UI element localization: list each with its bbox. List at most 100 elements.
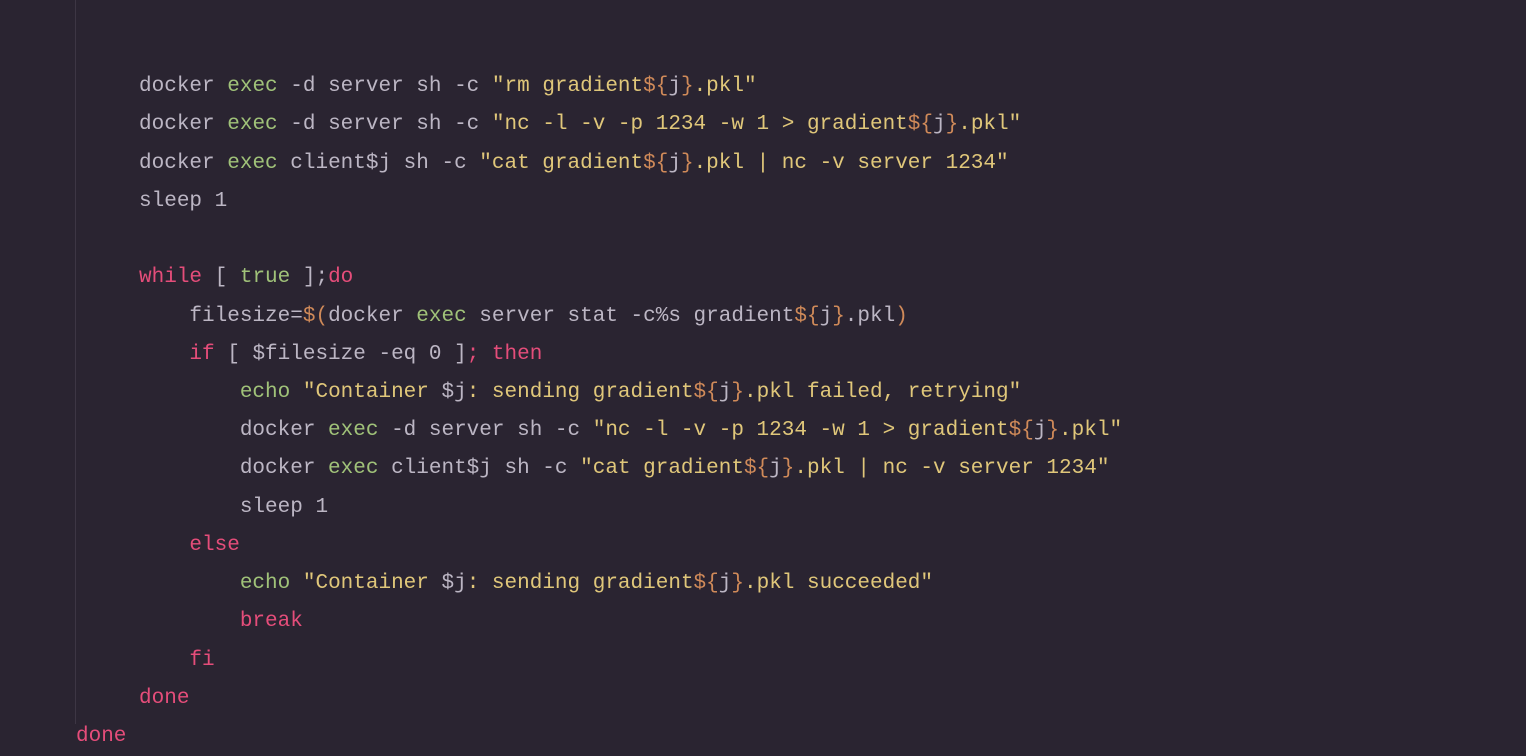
indent	[76, 266, 139, 289]
code-line[interactable]: filesize=$(docker exec server stat -c%s …	[76, 298, 1122, 336]
code-token: sleep 1	[139, 190, 227, 213]
code-token: -d server sh -c	[278, 113, 492, 136]
code-line[interactable]: docker exec -d server sh -c "rm gradient…	[76, 68, 1122, 106]
code-token: -d server sh -c	[278, 75, 492, 98]
code-token: [	[202, 266, 240, 289]
indent	[76, 687, 139, 710]
code-token: j	[668, 75, 681, 98]
code-token: .pkl"	[958, 113, 1021, 136]
code-editor-content[interactable]: docker exec -d server sh -c "rm gradient…	[76, 0, 1122, 756]
code-token	[290, 572, 303, 595]
code-token: do	[328, 266, 353, 289]
code-line[interactable]: while [ true ];do	[76, 259, 1122, 297]
code-token: j	[820, 305, 833, 328]
code-token: done	[139, 687, 189, 710]
code-line[interactable]: docker exec -d server sh -c "nc -l -v -p…	[76, 412, 1122, 450]
indent	[76, 649, 189, 672]
code-line[interactable]: else	[76, 527, 1122, 565]
code-token: client$j sh -c	[278, 152, 480, 175]
code-line[interactable]: sleep 1	[76, 489, 1122, 527]
code-token: exec	[227, 152, 277, 175]
code-token: docker	[139, 75, 227, 98]
code-token: }	[1046, 419, 1059, 442]
code-line[interactable]: docker exec client$j sh -c "cat gradient…	[76, 145, 1122, 183]
code-token: .pkl"	[1059, 419, 1122, 442]
indent	[76, 496, 240, 519]
code-token: .pkl"	[694, 75, 757, 98]
code-token: j	[1034, 419, 1047, 442]
code-token: break	[240, 610, 303, 633]
code-line[interactable]: echo "Container $j: sending gradient${j}…	[76, 565, 1122, 603]
code-line[interactable]: done	[76, 680, 1122, 718]
code-token: "cat gradient	[580, 457, 744, 480]
code-token: .pkl succeeded"	[744, 572, 933, 595]
code-line[interactable]: echo "Container $j: sending gradient${j}…	[76, 374, 1122, 412]
code-token: : sending gradient	[467, 572, 694, 595]
code-token: "Container	[303, 572, 442, 595]
code-token: j	[769, 457, 782, 480]
code-token: exec	[416, 305, 466, 328]
code-token: exec	[227, 75, 277, 98]
indent	[76, 190, 139, 213]
code-token	[479, 343, 492, 366]
code-token: filesize=	[189, 305, 302, 328]
code-token: "cat gradient	[479, 152, 643, 175]
code-token: .pkl	[845, 305, 895, 328]
code-token: while	[139, 266, 202, 289]
code-token: )	[895, 305, 908, 328]
code-token: docker	[240, 419, 328, 442]
code-token: echo	[240, 572, 290, 595]
code-token: $(	[303, 305, 328, 328]
code-token: exec	[227, 113, 277, 136]
code-token: ${	[694, 572, 719, 595]
code-token: exec	[328, 419, 378, 442]
code-token: "nc -l -v -p 1234 -w 1 > gradient	[593, 419, 1009, 442]
indent	[76, 534, 189, 557]
code-token: .pkl failed, retrying"	[744, 381, 1021, 404]
indent	[76, 572, 240, 595]
code-token: .pkl | nc -v server 1234"	[694, 152, 1009, 175]
code-line[interactable]: docker exec -d server sh -c "nc -l -v -p…	[76, 106, 1122, 144]
indent	[76, 343, 189, 366]
code-token: if	[189, 343, 214, 366]
code-line[interactable]: docker exec client$j sh -c "cat gradient…	[76, 450, 1122, 488]
code-token: }	[731, 572, 744, 595]
code-token: "Container	[303, 381, 442, 404]
code-token: done	[76, 725, 126, 748]
code-line[interactable]	[76, 221, 1122, 259]
indent	[76, 457, 240, 480]
code-token: ];	[290, 266, 328, 289]
code-token: [ $filesize -eq 0 ]	[215, 343, 467, 366]
indent	[76, 610, 240, 633]
code-token: -d server sh -c	[378, 419, 592, 442]
code-token: "nc -l -v -p 1234 -w 1 > gradient	[492, 113, 908, 136]
code-line[interactable]: fi	[76, 642, 1122, 680]
code-token: ${	[794, 305, 819, 328]
code-line[interactable]: if [ $filesize -eq 0 ]; then	[76, 336, 1122, 374]
code-token: echo	[240, 381, 290, 404]
code-token: exec	[328, 457, 378, 480]
code-token: docker	[328, 305, 416, 328]
indent	[76, 152, 139, 175]
indent	[76, 113, 139, 136]
code-token	[290, 381, 303, 404]
indent	[76, 305, 189, 328]
code-token: client$j sh -c	[378, 457, 580, 480]
code-token: ${	[908, 113, 933, 136]
code-token: true	[240, 266, 290, 289]
code-token: ${	[1009, 419, 1034, 442]
code-token: }	[946, 113, 959, 136]
code-token: $j	[441, 572, 466, 595]
code-token: j	[719, 572, 732, 595]
code-line[interactable]: break	[76, 603, 1122, 641]
code-token: docker	[139, 152, 227, 175]
code-token: j	[719, 381, 732, 404]
code-token: ${	[643, 75, 668, 98]
code-token: }	[832, 305, 845, 328]
code-token: ${	[643, 152, 668, 175]
indent	[76, 419, 240, 442]
code-line[interactable]: sleep 1	[76, 183, 1122, 221]
code-token: docker	[240, 457, 328, 480]
code-token: ${	[744, 457, 769, 480]
code-token: "rm gradient	[492, 75, 643, 98]
